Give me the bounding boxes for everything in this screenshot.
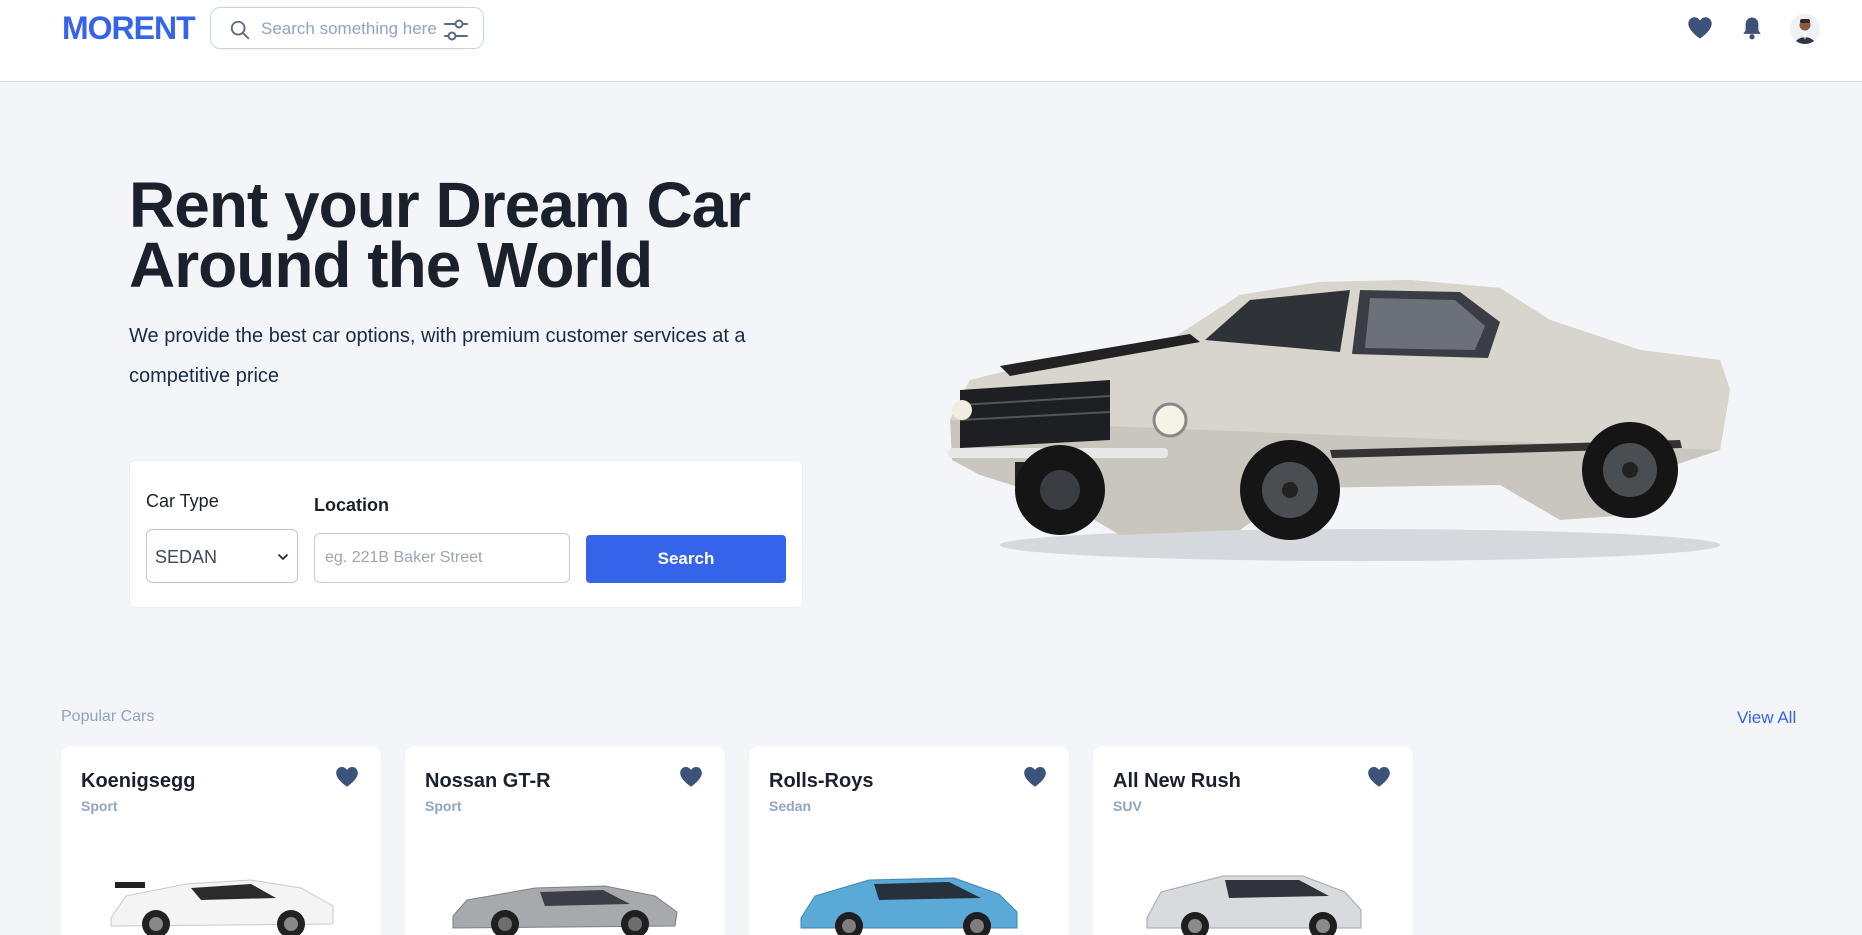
hero-subtitle: We provide the best car options, with pr… — [129, 325, 746, 387]
car-card[interactable]: Nossan GT-R Sport — [405, 746, 725, 935]
hero-title-line-2: Around the World — [129, 229, 653, 301]
car-name: Nossan GT-R — [425, 770, 551, 792]
booking-form: Car Type Location SEDAN Search — [129, 460, 803, 608]
top-navbar: MORENT — [0, 0, 1862, 82]
car-image — [452, 885, 678, 935]
location-input[interactable] — [314, 533, 570, 583]
car-type-select[interactable]: SEDAN — [146, 529, 298, 583]
search-button[interactable]: Search — [586, 535, 786, 583]
user-avatar-icon — [1790, 14, 1820, 44]
car-name: Koenigsegg — [81, 770, 196, 792]
chevron-down-icon — [278, 554, 288, 561]
logo[interactable]: MORENT — [62, 10, 196, 47]
popular-cars-title: Popular Cars — [61, 708, 155, 725]
car-type-value: SEDAN — [155, 547, 218, 567]
car-card[interactable]: All New Rush SUV — [1093, 746, 1413, 935]
car-type-label: Car Type — [146, 491, 219, 511]
car-type: SUV — [1113, 798, 1142, 814]
location-label: Location — [314, 495, 389, 515]
car-image — [800, 877, 1018, 935]
car-image — [1146, 875, 1362, 935]
car-name: All New Rush — [1113, 770, 1241, 792]
car-name: Rolls-Roys — [769, 770, 874, 792]
hero-car-image — [948, 280, 1730, 561]
avatar[interactable] — [1790, 14, 1820, 44]
car-card[interactable]: Koenigsegg Sport — [61, 746, 381, 935]
car-type: Sedan — [769, 798, 812, 814]
heart-icon[interactable] — [1365, 764, 1393, 790]
car-type: Sport — [425, 798, 462, 814]
search-icon — [230, 20, 250, 40]
search-bar[interactable] — [210, 7, 484, 49]
filter-icon[interactable] — [443, 18, 469, 42]
search-input[interactable] — [261, 16, 441, 42]
heart-icon[interactable] — [1686, 14, 1714, 42]
car-card[interactable]: Rolls-Roys Sedan — [749, 746, 1069, 935]
hero-title: Rent your Dream Car Around the World — [129, 169, 829, 301]
view-all-link[interactable]: View All — [1737, 708, 1796, 728]
heart-icon[interactable] — [677, 764, 705, 790]
heart-icon[interactable] — [333, 764, 361, 790]
bell-icon[interactable] — [1738, 14, 1766, 42]
car-image — [110, 879, 334, 935]
hero-title-line-1: Rent your Dream Car — [129, 169, 751, 241]
heart-icon[interactable] — [1021, 764, 1049, 790]
car-type: Sport — [81, 798, 118, 814]
